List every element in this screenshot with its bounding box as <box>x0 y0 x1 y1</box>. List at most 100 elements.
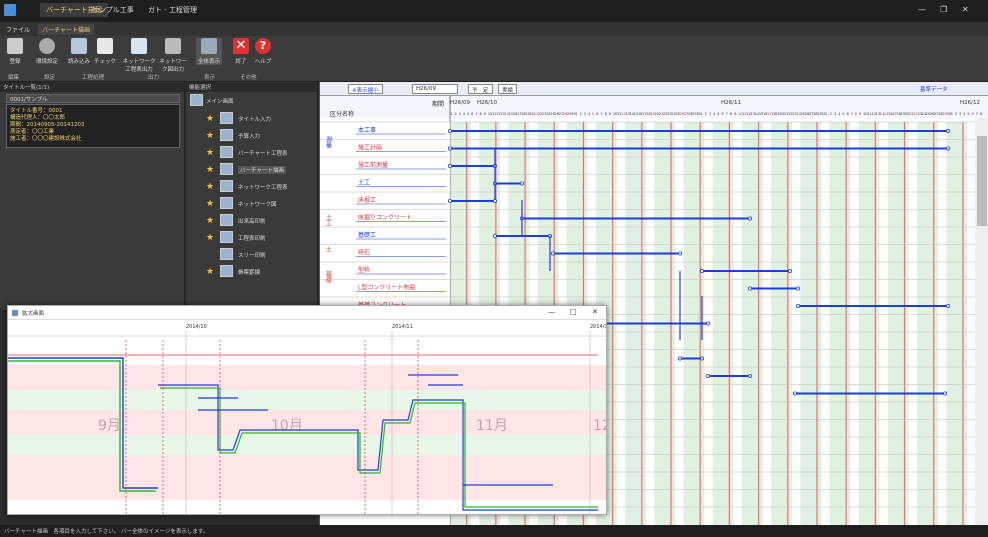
app-menu-icon[interactable] <box>4 4 16 16</box>
day-label: 5 <box>967 112 969 116</box>
day-column <box>908 122 913 525</box>
day-column <box>787 122 792 525</box>
task-end-node <box>747 216 752 221</box>
task-name: 本工事 <box>358 126 376 134</box>
check-button[interactable]: チェック <box>92 38 118 65</box>
day-label: 1 <box>701 112 703 116</box>
minimize-button[interactable]: — <box>918 5 926 14</box>
category-label: 土 <box>325 245 332 252</box>
function-select-header: 機能選択 <box>186 82 317 92</box>
day-column <box>791 122 797 525</box>
day-column <box>917 122 922 525</box>
full-view-button[interactable]: 全体表示 <box>196 38 222 65</box>
network-schedule-output-label: ネットワーク工程表出力 <box>122 59 156 73</box>
day-label: 5 <box>592 112 594 116</box>
form-icon <box>220 112 233 124</box>
day-column <box>833 122 838 525</box>
day-column <box>896 122 901 525</box>
day-column <box>892 122 897 525</box>
info-contractor: 施工者：〇〇〇建設株式会社 <box>10 136 82 142</box>
day-column <box>971 122 976 525</box>
title-list-panel: タイトル一覧(1/1) 0001/サンプル タイトル番号：0001 構造代理人：… <box>0 82 185 310</box>
close-button[interactable]: ✕ <box>962 5 969 14</box>
maximize-button[interactable]: ❐ <box>940 5 947 14</box>
day-column <box>825 122 830 525</box>
function-label: ネットワーク工程表 <box>238 185 288 191</box>
function-label: スリー印刷 <box>238 253 266 259</box>
day-label: 2 <box>454 112 456 116</box>
day-label: 8 <box>479 112 481 116</box>
plan-select[interactable]: 予 定 <box>468 84 493 94</box>
menu-bar-chart[interactable]: バーチャート描画 <box>38 24 94 35</box>
register-label: 登録 <box>9 59 21 65</box>
help-button[interactable]: ? ヘルプ <box>250 38 276 65</box>
day-label: 8 <box>730 112 732 116</box>
day-label: 5 <box>842 112 844 116</box>
chart-icon <box>220 163 233 175</box>
day-column <box>858 122 863 525</box>
category-label: 土工 <box>325 213 332 226</box>
zoom-month-label: 12月 <box>593 418 606 434</box>
load-button[interactable]: 読み込み <box>66 38 92 65</box>
day-label: 8 <box>980 112 982 116</box>
day-column <box>904 122 909 525</box>
gear-icon <box>39 38 55 54</box>
info-surveyor: 測定者：〇〇工業 <box>10 129 55 135</box>
register-button[interactable]: 登録 <box>2 38 28 65</box>
function-label: ネットワーク図 <box>238 202 277 208</box>
day-column <box>867 122 872 525</box>
task-end-node <box>519 181 524 186</box>
function-label: 工程表印刷 <box>238 236 266 242</box>
day-label: 6 <box>721 112 723 116</box>
day-column <box>962 122 968 525</box>
day-column <box>967 122 972 525</box>
function-label: 出来高印刷 <box>238 219 266 225</box>
task-name: 基礎工 <box>358 231 376 239</box>
day-column <box>862 122 867 525</box>
menu-bar: ファイル バーチャート描画 <box>0 22 988 36</box>
zoom-close-button[interactable]: ✕ <box>592 308 598 316</box>
day-label: 2 <box>705 112 707 116</box>
full-view-label: 全体表示 <box>197 59 220 65</box>
env-settings-button[interactable]: 環境設定 <box>34 38 60 65</box>
zoom-minimize-button[interactable]: — <box>548 308 555 316</box>
function-label: 帳票罫線 <box>238 270 261 276</box>
date-select[interactable]: H26/09 <box>412 84 458 94</box>
title-tree-item[interactable]: 0001/サンプル <box>6 94 180 103</box>
task-start-node <box>550 251 555 256</box>
status-bar: バーチャート描画 各項目を入力して下さい。 バー全体のイメージを表示します。 <box>0 525 988 537</box>
task-start-node <box>447 129 452 134</box>
star-icon: ★ <box>206 182 215 192</box>
env-settings-label: 環境設定 <box>35 59 58 65</box>
day-label: 7 <box>851 112 853 116</box>
exit-label: 終了 <box>235 59 247 65</box>
day-column <box>958 122 963 525</box>
tab-sample-work[interactable]: サンプル工事 <box>92 5 134 15</box>
task-start-node <box>447 164 452 169</box>
baseline-data-label: 基準データ <box>920 87 948 93</box>
day-label: 2 <box>580 112 582 116</box>
day-column <box>879 122 884 525</box>
day-column <box>712 122 717 525</box>
task-end-node <box>787 268 792 273</box>
day-column <box>850 122 855 525</box>
actual-select[interactable]: 実績 <box>498 84 518 94</box>
day-column <box>746 122 751 525</box>
document-icon <box>131 38 147 54</box>
zoom-button[interactable]: ※表示縮小 <box>348 84 383 94</box>
network-schedule-output-button[interactable]: ネットワーク工程表出力 <box>122 38 156 73</box>
day-column <box>933 122 938 525</box>
day-column <box>871 122 876 525</box>
zoom-maximize-button[interactable]: □ <box>570 308 577 316</box>
tab-schedule-mgmt[interactable]: ガト - 工程管理 <box>148 5 197 15</box>
zoom-window[interactable]: 拡大画面 — □ ✕ 2014/10 2014/11 2014/12 9月 10月 11月… <box>7 305 607 515</box>
task-name: L型コンクリート布設 <box>358 284 415 292</box>
day-column <box>741 122 747 525</box>
day-label: 7 <box>976 112 978 116</box>
task-name: 施工前測量 <box>358 161 388 169</box>
zoom-band <box>8 390 606 410</box>
menu-file[interactable]: ファイル <box>6 25 30 34</box>
network-diagram-output-button[interactable]: ネットワーク図出力 <box>158 38 188 73</box>
day-label: 8 <box>855 112 857 116</box>
day-column <box>929 122 934 525</box>
